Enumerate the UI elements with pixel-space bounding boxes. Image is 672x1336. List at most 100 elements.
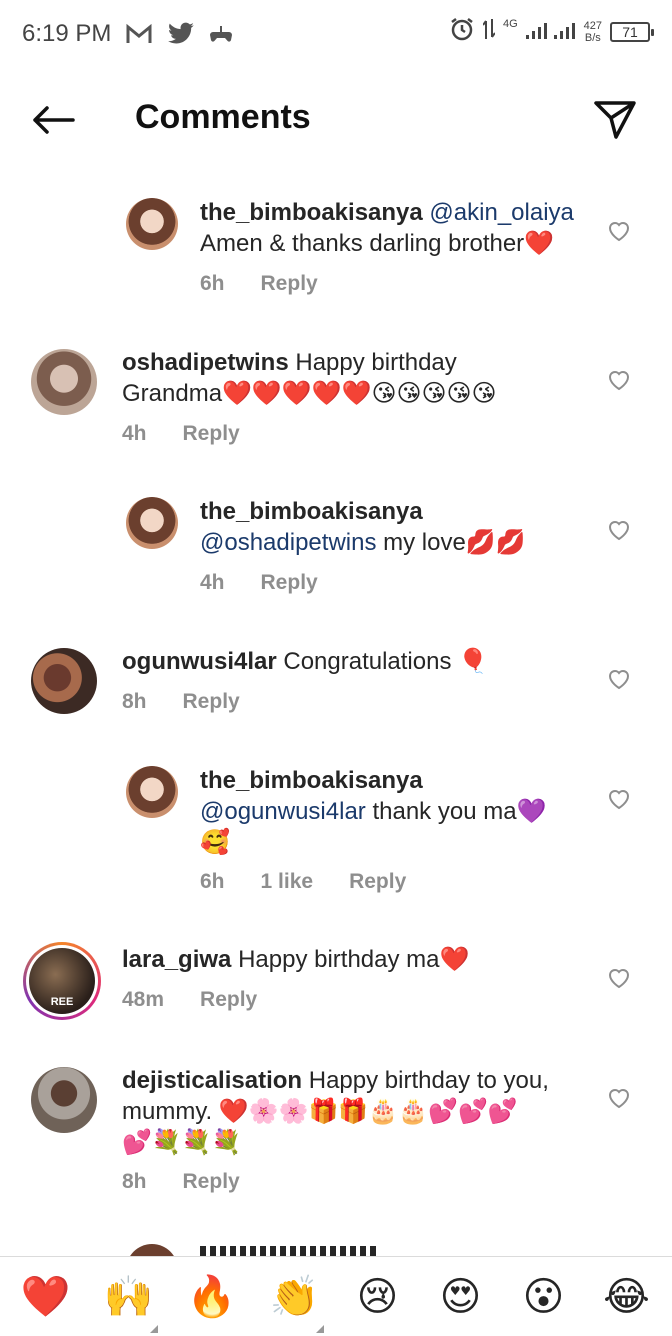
- avatar[interactable]: [31, 1067, 97, 1133]
- comment-meta: 6h Reply: [200, 272, 318, 296]
- emoji-raised-hands[interactable]: 🙌: [94, 1273, 164, 1333]
- comment-text: lara_giwa Happy birthday ma❤️: [122, 944, 602, 975]
- emoji-crying[interactable]: 😢: [343, 1273, 413, 1321]
- heart-outline-icon: [608, 790, 630, 810]
- reply-button[interactable]: Reply: [183, 1170, 240, 1194]
- comment-body: Congratulations 🎈: [276, 648, 489, 675]
- share-button[interactable]: [592, 97, 638, 143]
- comment-time: 8h: [122, 690, 147, 713]
- comment-partial: [0, 1236, 672, 1256]
- comment-body: Happy birthday: [288, 349, 457, 376]
- comment-username[interactable]: dejisticalisation: [122, 1067, 302, 1094]
- twitter-icon: [167, 22, 195, 46]
- comment-meta: 8h Reply: [122, 1170, 240, 1194]
- emoji-quick-reactions: ❤️ 🙌 🔥 👏 😢 😍 😮 😂: [0, 1256, 672, 1336]
- avatar[interactable]: [126, 497, 178, 549]
- emoji-heart[interactable]: ❤️: [11, 1273, 81, 1321]
- reply-button[interactable]: Reply: [200, 988, 257, 1012]
- avatar[interactable]: [126, 766, 178, 818]
- reply-button[interactable]: Reply: [349, 870, 406, 894]
- avatar: REE: [29, 948, 95, 1014]
- comment-body-line3: 🥰: [200, 829, 230, 856]
- reply-button[interactable]: Reply: [183, 690, 240, 714]
- comment-body-line3: 💕💐💐💐: [122, 1129, 242, 1156]
- status-right-group: 4G 427 B/s 71: [449, 16, 654, 47]
- comments-header: Comments: [0, 80, 672, 160]
- battery-level: 71: [622, 23, 638, 40]
- skin-tone-indicator: [149, 1324, 158, 1333]
- alarm-icon: [449, 16, 475, 47]
- comment-username-partial: [200, 1246, 380, 1256]
- comment-meta: 8h Reply: [122, 690, 240, 714]
- like-count[interactable]: 1 like: [261, 870, 314, 894]
- comment-time: 6h: [200, 272, 225, 295]
- reply-button[interactable]: Reply: [183, 422, 240, 446]
- comment-text: dejisticalisation Happy birthday to you,…: [122, 1065, 602, 1158]
- heart-outline-icon: [608, 969, 630, 989]
- reply-button[interactable]: Reply: [261, 272, 318, 296]
- comment-meta: 4h Reply: [122, 422, 240, 446]
- like-button[interactable]: [606, 367, 632, 393]
- like-button[interactable]: [606, 786, 632, 812]
- net-speed: 427 B/s: [584, 20, 602, 44]
- emoji-clapping[interactable]: 👏: [260, 1273, 330, 1333]
- network-type: 4G: [502, 17, 518, 30]
- like-button[interactable]: [606, 666, 632, 692]
- like-button[interactable]: [606, 218, 632, 244]
- comment-text: the_bimboakisanya @akin_olaiya Amen & th…: [200, 197, 620, 259]
- heart-outline-icon: [608, 521, 630, 541]
- comment-username[interactable]: lara_giwa: [122, 946, 231, 973]
- emoji-surprised[interactable]: 😮: [509, 1273, 579, 1321]
- comment-username[interactable]: oshadipetwins: [122, 349, 289, 376]
- reply-button[interactable]: Reply: [261, 571, 318, 595]
- gmail-icon: [125, 23, 153, 45]
- comment-time: 4h: [200, 571, 225, 594]
- comment-username[interactable]: the_bimboakisanya: [200, 498, 423, 525]
- skin-tone-indicator: [315, 1324, 324, 1333]
- comment-mention[interactable]: @oshadipetwins: [200, 529, 376, 556]
- comment-mention[interactable]: @ogunwusi4lar: [200, 798, 366, 825]
- back-arrow-icon: [33, 106, 75, 134]
- avatar-story-ring[interactable]: REE: [23, 942, 101, 1020]
- comment-body: Amen & thanks darling brother❤️: [200, 230, 555, 257]
- comment-time: 6h: [200, 870, 225, 893]
- like-button[interactable]: [606, 965, 632, 991]
- comment-username[interactable]: ogunwusi4lar: [122, 648, 277, 675]
- comment-text: oshadipetwins Happy birthday Grandma❤️❤️…: [122, 347, 602, 409]
- comment-meta: 6h 1 like Reply: [200, 870, 406, 894]
- emoji-fire[interactable]: 🔥: [177, 1273, 247, 1321]
- like-button[interactable]: [606, 517, 632, 543]
- like-button[interactable]: [606, 1085, 632, 1111]
- heart-outline-icon: [608, 371, 630, 391]
- comment-body: Happy birthday ma❤️: [231, 946, 470, 973]
- emoji-glyph: 👏: [269, 1274, 320, 1319]
- send-icon: [594, 101, 636, 139]
- avatar-ring-inner: REE: [26, 945, 98, 1017]
- emoji-glyph: 🙌: [103, 1274, 154, 1319]
- comment-username[interactable]: the_bimboakisanya: [200, 767, 423, 794]
- comment-text: the_bimboakisanya @ogunwusi4lar thank yo…: [200, 765, 620, 858]
- avatar[interactable]: [126, 1244, 178, 1256]
- heart-outline-icon: [608, 1089, 630, 1109]
- emoji-heart-eyes[interactable]: 😍: [426, 1273, 496, 1321]
- avatar[interactable]: [31, 648, 97, 714]
- comment-meta: 4h Reply: [200, 571, 318, 595]
- comment-time: 8h: [122, 1170, 147, 1193]
- status-bar: 6:19 PM 4G 427 B/s 71: [0, 0, 672, 68]
- comment-username[interactable]: the_bimboakisanya: [200, 199, 423, 226]
- comment-mention[interactable]: @akin_olaiya: [429, 199, 573, 226]
- avatar-text: REE: [50, 996, 74, 1008]
- signal-icon: [525, 17, 576, 46]
- avatar[interactable]: [31, 349, 97, 415]
- net-speed-unit: B/s: [584, 31, 601, 44]
- status-time: 6:19 PM: [22, 20, 112, 47]
- emoji-laughing[interactable]: 😂: [592, 1273, 662, 1321]
- comment-body: my love💋💋: [376, 529, 526, 556]
- comment-body-line2: mummy. ❤️🌸🌸🎁🎁🎂🎂💕💕💕: [122, 1098, 518, 1125]
- comment-text: the_bimboakisanya @oshadipetwins my love…: [200, 496, 620, 558]
- comment-time: 4h: [122, 422, 147, 445]
- back-button[interactable]: [28, 100, 78, 140]
- heart-outline-icon: [608, 222, 630, 242]
- net-speed-value: 427: [583, 19, 602, 32]
- avatar[interactable]: [126, 198, 178, 250]
